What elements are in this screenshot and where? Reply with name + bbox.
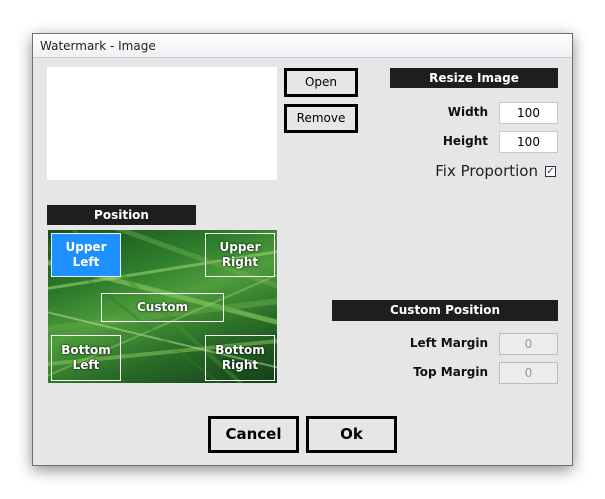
checkmark-icon: ✓ bbox=[546, 166, 555, 177]
fix-proportion-label: Fix Proportion bbox=[435, 162, 538, 180]
resize-image-header: Resize Image bbox=[390, 68, 558, 88]
cancel-button[interactable]: Cancel bbox=[208, 416, 299, 453]
top-margin-label: Top Margin bbox=[413, 365, 488, 379]
custom-label: Custom bbox=[137, 300, 188, 314]
bottom-left-label: Bottom Left bbox=[61, 343, 111, 372]
image-preview bbox=[47, 67, 277, 180]
upper-right-position[interactable]: Upper Right bbox=[205, 233, 275, 277]
ok-button[interactable]: Ok bbox=[306, 416, 397, 453]
custom-position[interactable]: Custom bbox=[101, 293, 224, 322]
open-button[interactable]: Open bbox=[284, 68, 358, 97]
position-grid: Upper Left Upper Right Custom Bottom Lef… bbox=[48, 230, 277, 383]
window-title: Watermark - Image bbox=[40, 39, 156, 53]
width-input[interactable] bbox=[499, 102, 558, 124]
left-margin-input[interactable] bbox=[499, 333, 558, 355]
width-label: Width bbox=[447, 105, 488, 119]
upper-right-label: Upper Right bbox=[219, 240, 261, 269]
height-input[interactable] bbox=[499, 131, 558, 153]
custom-position-header: Custom Position bbox=[332, 300, 558, 321]
bottom-right-position[interactable]: Bottom Right bbox=[205, 335, 275, 381]
top-margin-input[interactable] bbox=[499, 362, 558, 384]
height-label: Height bbox=[442, 134, 488, 148]
title-bar[interactable]: Watermark - Image bbox=[33, 34, 572, 58]
position-header: Position bbox=[47, 205, 196, 225]
bottom-left-position[interactable]: Bottom Left bbox=[51, 335, 121, 381]
remove-button[interactable]: Remove bbox=[284, 104, 358, 133]
bottom-right-label: Bottom Right bbox=[215, 343, 265, 372]
watermark-dialog: Watermark - Image Open Remove Resize Ima… bbox=[32, 33, 573, 466]
upper-left-label: Upper Left bbox=[65, 240, 107, 269]
left-margin-label: Left Margin bbox=[409, 336, 488, 350]
fix-proportion-checkbox[interactable]: ✓ bbox=[545, 166, 556, 177]
upper-left-position[interactable]: Upper Left bbox=[51, 233, 121, 277]
